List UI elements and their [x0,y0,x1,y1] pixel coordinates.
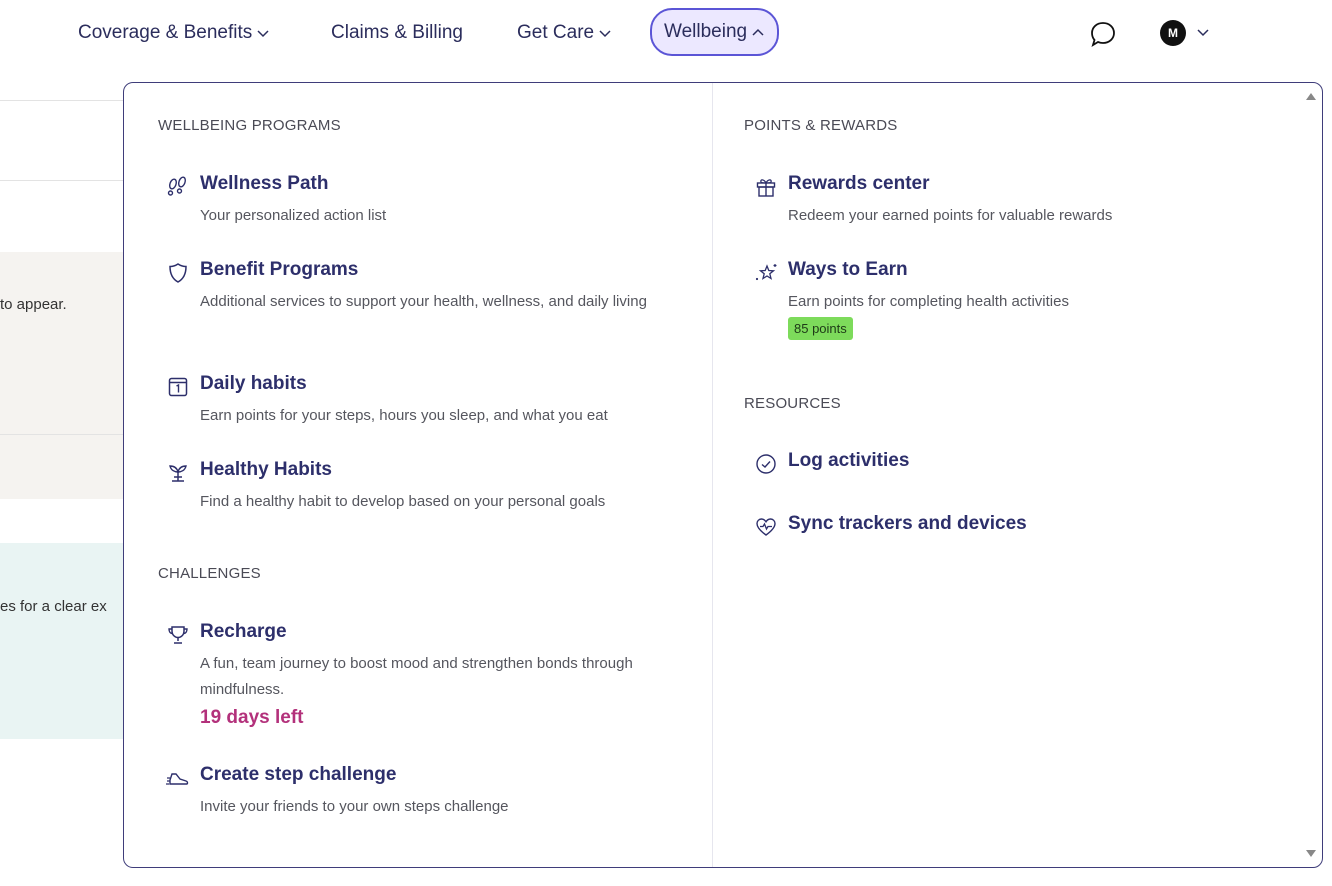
gift-icon [756,179,776,197]
shoe-icon [166,773,189,785]
menu-item-title: Create step challenge [200,764,397,785]
column-divider [712,83,713,867]
menu-item-description: A fun, team journey to boost mood and st… [200,655,633,698]
nav-coverage-benefits[interactable]: Coverage & Benefits [78,16,270,50]
menu-item-sync-trackers[interactable]: Sync trackers and devices [754,513,1274,545]
avatar[interactable]: M [1160,20,1186,46]
days-left-status: 19 days left [200,707,304,728]
menu-item-benefit-programs[interactable]: Benefit Programs Additional services to … [166,259,686,343]
section-title-points-rewards: POINTS & REWARDS [744,117,898,134]
plant-icon [169,465,187,482]
chevron-down-icon [599,30,611,38]
background-text: es for a clear ex [0,598,107,615]
points-badge: 85 points [788,317,853,340]
menu-item-title: Recharge [200,621,287,642]
menu-item-title: Benefit Programs [200,259,359,280]
chevron-down-icon[interactable] [1196,25,1210,39]
menu-item-log-activities[interactable]: Log activities [754,450,1274,482]
divider [0,180,126,181]
chat-icon[interactable] [1089,20,1117,48]
sparkle-star-icon [755,264,777,281]
calendar-icon [168,377,188,397]
section-title-wellbeing-programs: WELLBEING PROGRAMS [158,117,341,134]
background-card [0,252,126,434]
section-title-resources: RESOURCES [744,395,841,412]
scroll-up-arrow-icon[interactable] [1306,93,1316,100]
menu-item-description: Additional services to support your heal… [200,293,647,310]
menu-item-rewards-center[interactable]: Rewards center Redeem your earned points… [754,173,1274,229]
background-card [0,435,126,499]
scroll-down-arrow-icon[interactable] [1306,850,1316,857]
chevron-up-icon [752,28,764,36]
menu-item-healthy-habits[interactable]: Healthy Habits Find a healthy habit to d… [166,459,686,515]
divider [0,100,126,101]
menu-item-description: Your personalized action list [200,207,387,224]
top-navigation: Coverage & Benefits Claims & Billing Get… [0,0,1332,66]
menu-item-title: Wellness Path [200,173,329,194]
chevron-down-icon [257,30,269,38]
menu-item-ways-to-earn[interactable]: Ways to Earn Earn points for completing … [754,259,1274,349]
menu-item-recharge[interactable]: Recharge A fun, team journey to boost mo… [166,621,686,733]
trophy-icon [168,626,188,644]
menu-item-title: Ways to Earn [788,259,908,280]
nav-label: Coverage & Benefits [78,22,253,43]
nav-label: Get Care [517,22,595,43]
check-circle-icon [756,454,776,474]
menu-item-daily-habits[interactable]: Daily habits Earn points for your steps,… [166,373,686,429]
menu-item-title: Log activities [788,450,910,471]
nav-wellbeing[interactable]: Wellbeing [650,8,780,56]
menu-item-title: Sync trackers and devices [788,513,1027,534]
background-card [0,543,126,739]
menu-item-description: Earn points for your steps, hours you sl… [200,407,608,424]
menu-item-description: Find a healthy habit to develop based on… [200,493,606,510]
nav-label: Wellbeing [664,21,748,42]
section-title-challenges: CHALLENGES [158,565,261,582]
menu-item-title: Rewards center [788,173,930,194]
footprints-icon [167,176,186,196]
menu-item-description: Invite your friends to your own steps ch… [200,798,509,815]
heart-pulse-icon [756,518,776,536]
nav-get-care[interactable]: Get Care [517,16,612,50]
menu-item-description: Redeem your earned points for valuable r… [788,207,1113,224]
shield-icon [169,263,187,283]
menu-item-title: Healthy Habits [200,459,332,480]
wellbeing-dropdown-panel: WELLBEING PROGRAMS Wellness Path Your pe… [123,82,1323,868]
menu-item-wellness-path[interactable]: Wellness Path Your personalized action l… [166,173,686,229]
menu-item-create-step-challenge[interactable]: Create step challenge Invite your friend… [166,764,686,820]
background-text: to appear. [0,296,67,313]
menu-item-title: Daily habits [200,373,307,394]
nav-claims-billing[interactable]: Claims & Billing [331,16,463,50]
menu-item-description: Earn points for completing health activi… [788,293,1069,310]
nav-label: Claims & Billing [331,22,463,43]
